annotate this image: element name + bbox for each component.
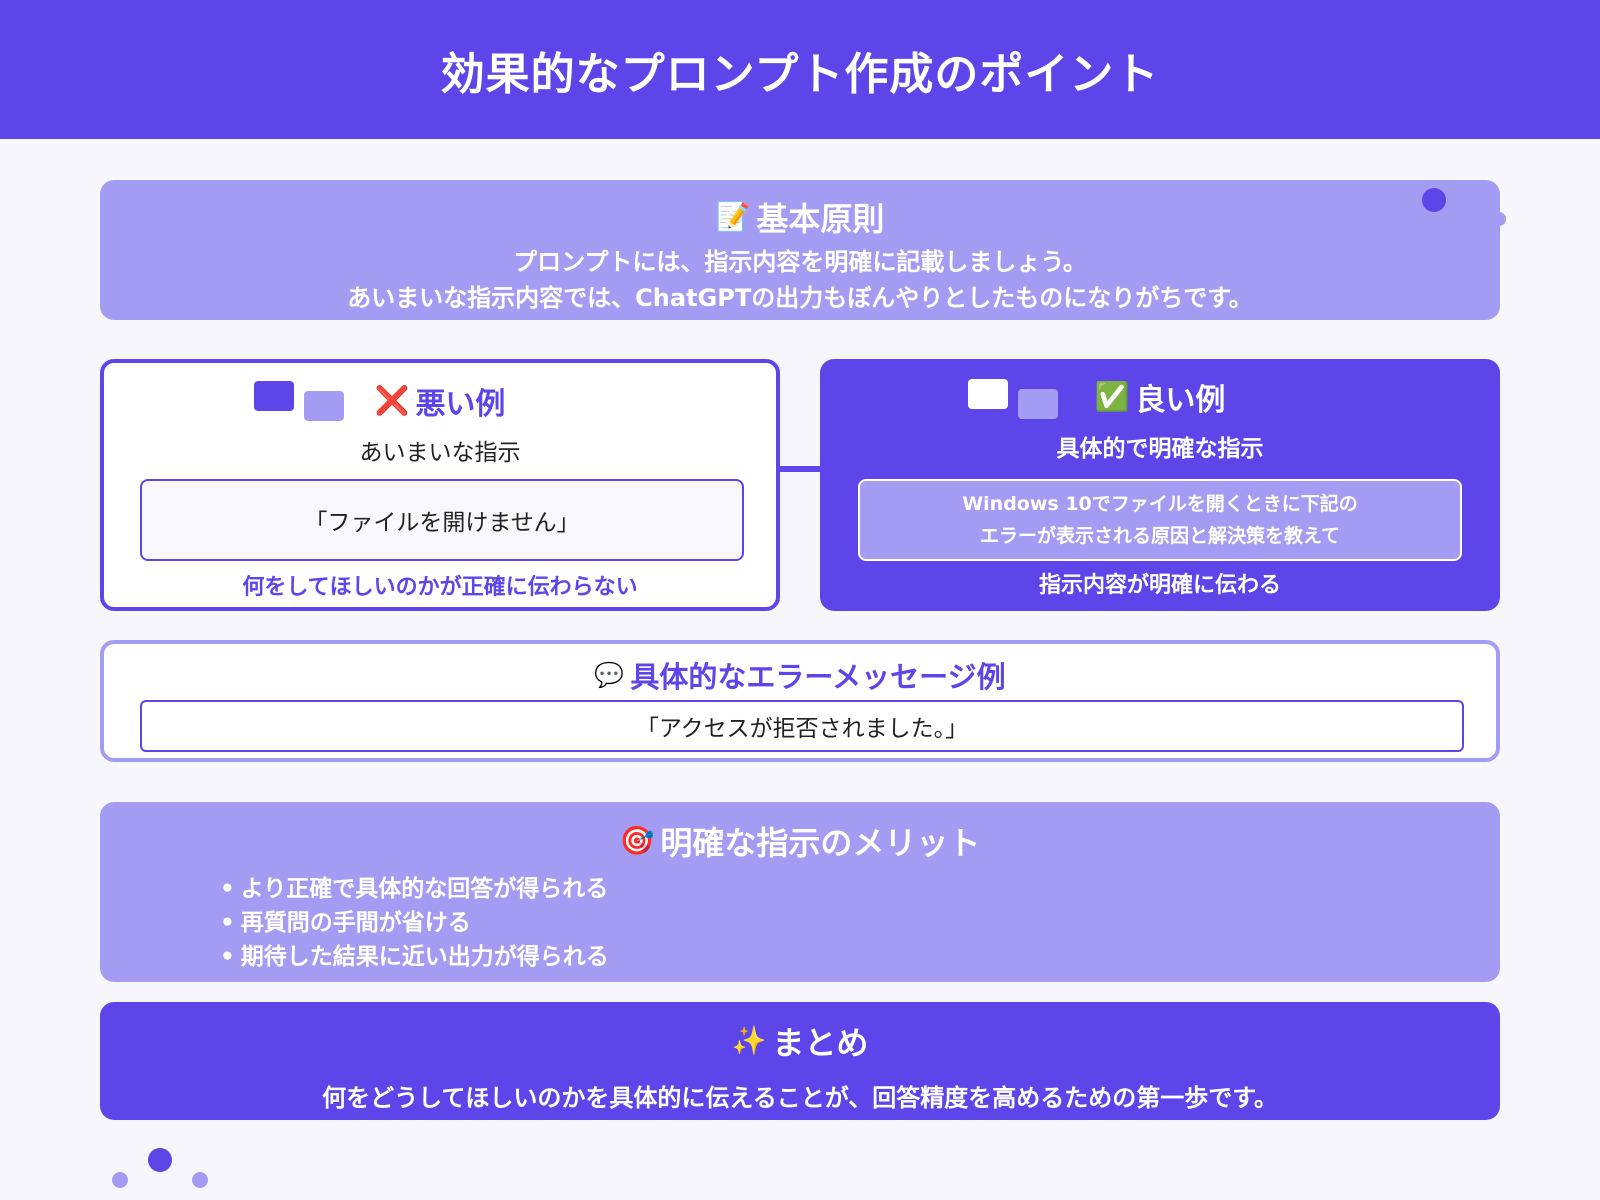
list-item: 再質問の手間が省ける: [220, 906, 1500, 940]
target-icon: 🎯: [619, 824, 655, 857]
merits-list: より正確で具体的な回答が得られる 再質問の手間が省ける 期待した結果に近い出力が…: [100, 872, 1500, 974]
page-title: 効果的なプロンプト作成のポイント: [440, 48, 1160, 100]
merits-card: 🎯 明確な指示のメリット より正確で具体的な回答が得られる 再質問の手間が省ける…: [100, 802, 1500, 982]
decorative-dot: [148, 1148, 172, 1172]
decorative-dot: [1492, 212, 1506, 226]
speech-bubble-icon: 💬: [594, 661, 625, 689]
error-message-title: 具体的なエラーメッセージ例: [630, 660, 1006, 694]
bad-example-heading: ❌ 悪い例: [104, 379, 776, 423]
bad-example-card: ❌ 悪い例 あいまいな指示 「ファイルを開けません」 何をしてほしいのかが正確に…: [100, 359, 780, 611]
memo-icon: 📝: [715, 200, 751, 233]
list-item: 期待した結果に近い出力が得られる: [220, 940, 1500, 974]
good-example-card: ✅ 良い例 具体的で明確な指示 Windows 10でファイルを開くときに下記の…: [820, 359, 1500, 611]
decorative-square: [254, 381, 294, 411]
list-item: より正確で具体的な回答が得られる: [220, 872, 1500, 906]
summary-card: ✨ まとめ 何をどうしてほしいのかを具体的に伝えることが、回答精度を高めるための…: [100, 1002, 1500, 1120]
sparkles-icon: ✨: [731, 1024, 767, 1057]
summary-text: 何をどうしてほしいのかを具体的に伝えることが、回答精度を高めるための第一歩です。: [322, 1084, 1278, 1112]
decorative-dot: [112, 1172, 128, 1188]
bad-example-verdict: 何をしてほしいのかが正確に伝わらない: [242, 575, 638, 600]
decorative-square: [1018, 389, 1058, 419]
summary-title: まとめ: [772, 1024, 869, 1062]
bad-example-prompt: 「ファイルを開けません」: [140, 479, 744, 561]
error-message-card: 💬 具体的なエラーメッセージ例 「アクセスが拒否されました。」: [100, 640, 1500, 762]
connector-line: [780, 466, 820, 472]
decorative-square: [304, 391, 344, 421]
decorative-dot: [192, 1172, 208, 1188]
decorative-square: [968, 379, 1008, 409]
good-example-heading: ✅ 良い例: [820, 375, 1500, 419]
cross-mark-icon: ❌: [374, 384, 410, 417]
good-example-subtitle: 具体的で明確な指示: [1056, 436, 1264, 462]
good-example-verdict: 指示内容が明確に伝わる: [1038, 573, 1281, 598]
principles-line-2: あいまいな指示内容では、ChatGPTの出力もぼんやりとしたものになりがちです。: [347, 284, 1253, 312]
bad-example-title: 悪い例: [415, 387, 506, 422]
good-example-title: 良い例: [1135, 383, 1226, 418]
good-example-prompt-line-2: エラーが表示される原因と解決策を教えて: [979, 525, 1341, 547]
decorative-dot: [1422, 188, 1446, 212]
summary-heading: ✨ まとめ: [100, 1018, 1500, 1064]
check-mark-icon: ✅: [1094, 380, 1130, 413]
good-example-prompt: Windows 10でファイルを開くときに下記の エラーが表示される原因と解決策…: [858, 479, 1462, 561]
error-message-heading: 💬 具体的なエラーメッセージ例: [104, 654, 1496, 696]
error-message-box: 「アクセスが拒否されました。」: [140, 700, 1464, 752]
bad-example-subtitle: あいまいな指示: [359, 440, 521, 466]
page-header: 効果的なプロンプト作成のポイント: [0, 0, 1600, 139]
merits-heading: 🎯 明確な指示のメリット: [100, 818, 1500, 864]
merits-title: 明確な指示のメリット: [660, 824, 981, 862]
good-example-prompt-line-1: Windows 10でファイルを開くときに下記の: [962, 493, 1358, 515]
principles-line-1: プロンプトには、指示内容を明確に記載しましょう。: [513, 248, 1087, 276]
principles-heading: 📝 基本原則: [100, 194, 1500, 240]
principles-card: 📝 基本原則 プロンプトには、指示内容を明確に記載しましょう。 あいまいな指示内…: [100, 180, 1506, 320]
bad-example-prompt-text: 「ファイルを開けません」: [304, 510, 580, 536]
principles-title: 基本原則: [756, 200, 885, 238]
error-message-text: 「アクセスが拒否されました。」: [635, 716, 969, 742]
